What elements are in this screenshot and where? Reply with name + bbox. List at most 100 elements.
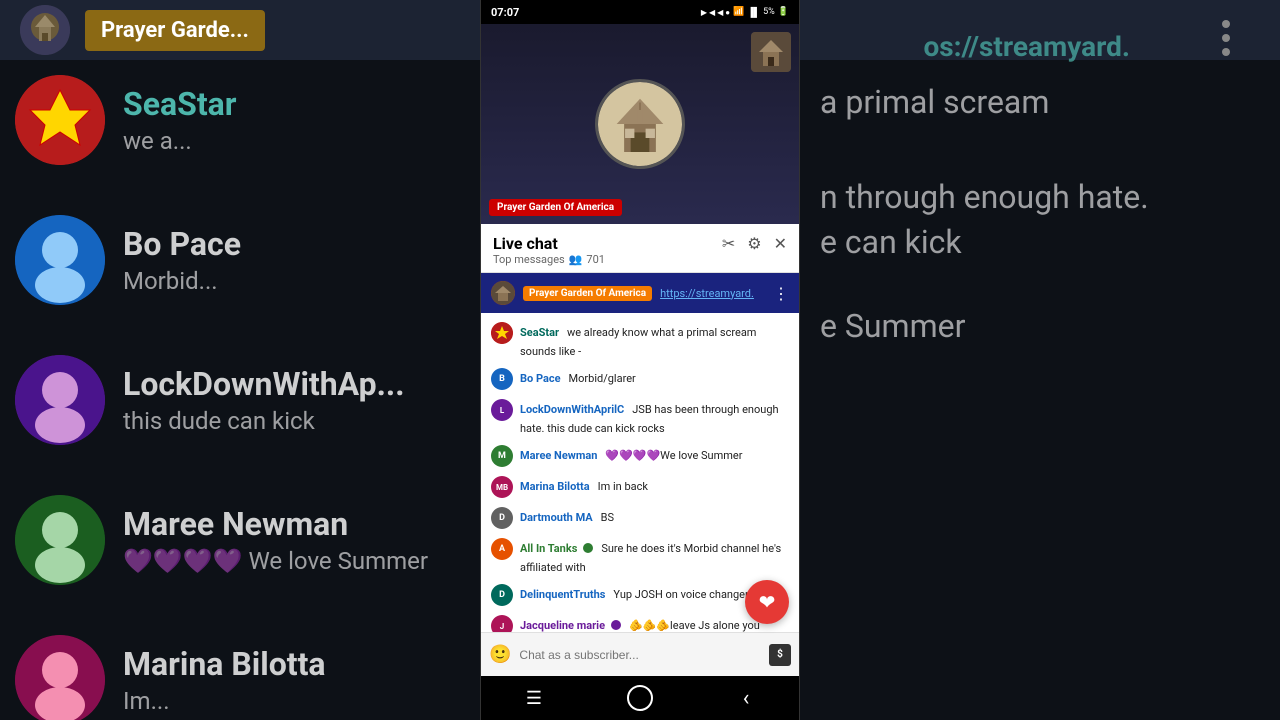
msg-avatar: D (491, 584, 513, 606)
msg-content: Dartmouth MA BS (520, 506, 789, 525)
subscriber-badge: $ (769, 644, 791, 666)
bg-person-row: SeaStar we a... (0, 50, 480, 190)
bg-person-msg: Morbid... (123, 267, 241, 295)
bg-dots-menu (1222, 20, 1230, 56)
scissors-icon[interactable]: ✂ (722, 234, 735, 253)
heart-reaction-button[interactable]: ❤ (745, 580, 789, 624)
msg-avatar: L (491, 399, 513, 421)
msg-content: Jacqueline marie 🫵🫵🫵leave Js alone you d… (520, 614, 789, 632)
bg-person-avatar (15, 495, 105, 585)
highlighted-channel-name: Prayer Garden Of America (523, 286, 652, 301)
msg-username: LockDownWithAprilC (520, 403, 624, 416)
msg-text: 💜💜💜💜We love Summer (605, 449, 742, 462)
viewer-icon: 👥 (569, 253, 583, 266)
chat-message-marina1: MB Marina Bilotta Im in back (481, 471, 799, 502)
bg-person-row: LockDownWithAp... this dude can kick (0, 330, 480, 470)
bg-person-avatar (15, 355, 105, 445)
live-chat-panel: Live chat Top messages 👥 701 ✂ ⚙ ✕ (481, 224, 799, 676)
bg-streamyard-url: os://streamyard. (923, 30, 1130, 63)
bg-right-text: e can kick (820, 220, 1260, 265)
home-icon (627, 685, 653, 711)
phone-content: Prayer Garden Of America Live chat Top m… (481, 24, 799, 676)
highlighted-avatar (491, 281, 515, 305)
bg-person-avatar (15, 215, 105, 305)
msg-username: SeaStar (520, 326, 559, 339)
bg-person-name: SeaStar (123, 85, 236, 123)
chat-title: Live chat (493, 234, 605, 253)
highlighted-message-inner: Prayer Garden Of America https://streamy… (491, 281, 767, 305)
chat-message-allintanks: A All In Tanks Sure he does it's Morbid … (481, 533, 799, 579)
bg-person-name: Maree Newman (123, 505, 428, 543)
back-button[interactable]: ‹ (726, 678, 766, 718)
status-icons: ▶ ◀ ◀ ● 📶 ▐▌ 5% 🔋 (701, 7, 789, 18)
bg-person-avatar (15, 75, 105, 165)
home-button[interactable] (620, 678, 660, 718)
bg-person-name: LockDownWithAp... (123, 365, 405, 403)
msg-avatar: B (491, 368, 513, 390)
more-options-icon[interactable]: ⋮ (767, 284, 789, 303)
bg-person-name: Marina Bilotta (123, 645, 326, 683)
chat-header-icons: ✂ ⚙ ✕ (722, 234, 787, 253)
stream-area: Prayer Garden Of America (481, 24, 799, 224)
msg-content: Bo Pace Morbid/glarer (520, 367, 789, 386)
msg-username: Dartmouth MA (520, 511, 593, 524)
signal-bars: ▐▌ (747, 7, 760, 18)
msg-text: Morbid/glarer (569, 372, 636, 385)
back-icon: ‹ (743, 686, 750, 711)
msg-text: BS (601, 511, 614, 524)
bg-person-text: Marina Bilotta Im... (123, 645, 326, 715)
bg-right-text: e Summer (820, 304, 1260, 349)
wifi-icon: 📶 (733, 7, 744, 17)
msg-avatar: A (491, 538, 513, 560)
viewer-count: 701 (586, 253, 605, 266)
menu-button[interactable]: ☰ (514, 678, 554, 718)
phone-frame: 07:07 ▶ ◀ ◀ ● 📶 ▐▌ 5% 🔋 (480, 0, 800, 720)
highlighted-message: Prayer Garden Of America https://streamy… (481, 273, 799, 313)
bg-person-text: LockDownWithAp... this dude can kick (123, 365, 405, 435)
msg-username: Bo Pace (520, 372, 561, 385)
chat-message-lockdown: L LockDownWithAprilC JSB has been throug… (481, 394, 799, 440)
msg-avatar: D (491, 507, 513, 529)
msg-content: Maree Newman 💜💜💜💜We love Summer (520, 444, 789, 463)
bg-person-avatar (15, 635, 105, 720)
bg-person-msg: 💜💜💜💜 We love Summer (123, 547, 428, 575)
msg-content: SeaStar we already know what a primal sc… (520, 321, 789, 359)
chat-input[interactable] (519, 648, 761, 662)
bg-dot (1222, 48, 1230, 56)
bg-channel-avatar (20, 5, 70, 55)
emoji-button[interactable]: 🙂 (489, 644, 511, 665)
msg-content: All In Tanks Sure he does it's Morbid ch… (520, 537, 789, 575)
bg-right-text: a primal scream (820, 80, 1260, 125)
bg-channel-name: Prayer Garde... (85, 10, 265, 51)
chat-messages-list[interactable]: SeaStar we already know what a primal sc… (481, 313, 799, 632)
bg-person-row: Bo Pace Morbid... (0, 190, 480, 330)
battery-icon: 🔋 (778, 7, 789, 17)
msg-avatar: M (491, 445, 513, 467)
bg-person-row: Marina Bilotta Im... (0, 610, 480, 720)
bg-person-name: Bo Pace (123, 225, 241, 263)
msg-text: Yup JOSH on voice changer (613, 588, 748, 601)
msg-text: Im in back (598, 480, 648, 493)
msg-avatar (491, 322, 513, 344)
notification-icons: ▶ ◀ ◀ ● (701, 8, 730, 17)
battery-indicator: 5% (763, 7, 775, 17)
filter-icon[interactable]: ⚙ (747, 234, 761, 253)
close-icon[interactable]: ✕ (774, 234, 787, 253)
highlighted-link[interactable]: https://streamyard. (660, 287, 754, 300)
bg-right-text: n through enough hate. (820, 175, 1260, 220)
msg-username: Marina Bilotta (520, 480, 590, 493)
msg-content: Marina Bilotta Im in back (520, 475, 789, 494)
bg-person-msg: this dude can kick (123, 407, 405, 435)
bg-dot (1222, 20, 1230, 28)
msg-username: DelinquentTruths (520, 588, 605, 601)
bg-person-text: Bo Pace Morbid... (123, 225, 241, 295)
chat-message-dartmouth: D Dartmouth MA BS (481, 502, 799, 533)
bg-dot (1222, 34, 1230, 42)
chat-message-maree: M Maree Newman 💜💜💜💜We love Summer (481, 440, 799, 471)
chat-input-bar: 🙂 $ (481, 632, 799, 676)
bg-person-msg: we a... (123, 127, 236, 155)
chat-subtitle: Top messages 👥 701 (493, 253, 605, 266)
bg-person-text: Maree Newman 💜💜💜💜 We love Summer (123, 505, 428, 575)
bg-person-msg: Im... (123, 687, 326, 715)
stream-main-avatar (595, 79, 685, 169)
